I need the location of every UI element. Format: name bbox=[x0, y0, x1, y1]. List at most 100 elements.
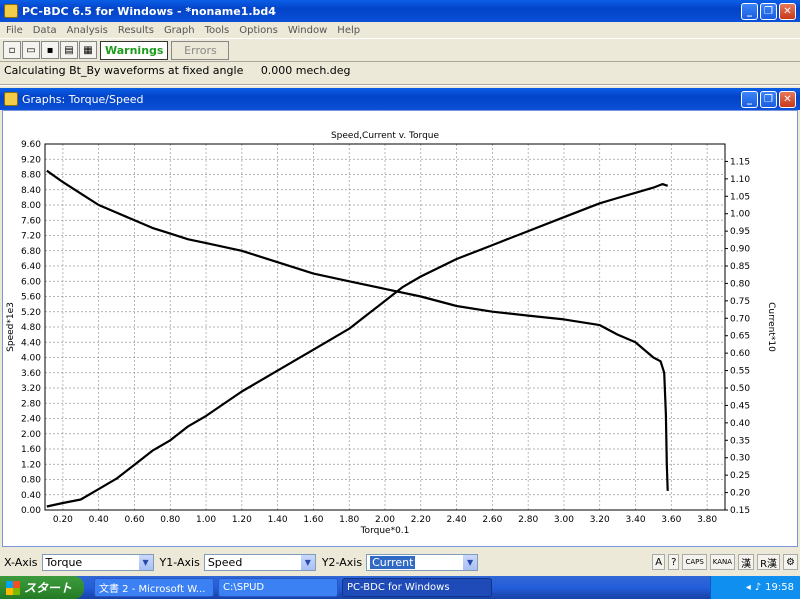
y2-tick-label: 0.30 bbox=[730, 454, 750, 464]
save-icon[interactable]: ▪ bbox=[41, 41, 59, 59]
document-icon[interactable]: ▦ bbox=[79, 41, 97, 59]
taskbar-item-word[interactable]: 文書 2 - Microsoft W... bbox=[94, 578, 214, 597]
warnings-button[interactable]: Warnings bbox=[100, 40, 169, 60]
minimize-button[interactable]: _ bbox=[741, 3, 758, 20]
taskbar-item-pcbdc[interactable]: PC-BDC for Windows bbox=[342, 578, 492, 597]
menu-window[interactable]: Window bbox=[288, 25, 327, 36]
x-tick-label: 1.00 bbox=[196, 515, 216, 525]
chevron-down-icon[interactable]: ▼ bbox=[300, 554, 315, 570]
app-titlebar: PC-BDC 6.5 for Windows - *noname1.bd4 _ … bbox=[0, 0, 800, 22]
x-tick-label: 1.80 bbox=[339, 515, 359, 525]
windows-logo-icon bbox=[6, 580, 20, 595]
start-button[interactable]: スタート bbox=[0, 576, 84, 599]
graph-minimize-button[interactable]: _ bbox=[741, 91, 758, 108]
y-tick-label: 0.80 bbox=[21, 476, 41, 486]
y2-tick-label: 0.60 bbox=[730, 349, 750, 359]
toolbar: ▫ ▭ ▪ ▤ ▦ Warnings Errors bbox=[0, 38, 800, 62]
x-tick-label: 3.00 bbox=[554, 515, 574, 525]
x-axis-select[interactable]: Torque ▼ bbox=[41, 553, 154, 571]
y2-tick-label: 0.50 bbox=[730, 384, 750, 394]
x-axis-select-value: Torque bbox=[45, 555, 83, 569]
menu-bar: File Data Analysis Results Graph Tools O… bbox=[0, 22, 800, 38]
y2-axis-select-value: Current bbox=[370, 555, 416, 569]
y-tick-label: 9.60 bbox=[21, 140, 41, 150]
open-folder-icon[interactable]: ▭ bbox=[22, 41, 40, 59]
graph-close-button[interactable]: ✕ bbox=[779, 91, 796, 108]
chevron-down-icon[interactable]: ▼ bbox=[138, 554, 153, 570]
maximize-button[interactable]: ❐ bbox=[760, 3, 777, 20]
errors-button[interactable]: Errors bbox=[171, 40, 230, 60]
settings-icon[interactable]: ⚙ bbox=[783, 554, 798, 570]
x-tick-label: 0.40 bbox=[89, 515, 109, 525]
close-button[interactable]: ✕ bbox=[779, 3, 796, 20]
y2-tick-label: 0.15 bbox=[730, 506, 750, 516]
y-tick-label: 5.20 bbox=[21, 308, 41, 318]
menu-help[interactable]: Help bbox=[337, 25, 360, 36]
volume-icon[interactable]: ♪ bbox=[755, 582, 761, 593]
taskbar-item-spud[interactable]: C:\SPUD bbox=[218, 578, 338, 597]
ime-kanji-button[interactable]: 漢 bbox=[738, 554, 755, 570]
x-tick-label: 3.80 bbox=[697, 515, 717, 525]
x-axis-label: Torque*0.1 bbox=[360, 526, 410, 536]
chart-title: Speed,Current v. Torque bbox=[331, 131, 440, 141]
new-file-icon[interactable]: ▫ bbox=[3, 41, 21, 59]
y-tick-label: 3.20 bbox=[21, 384, 41, 394]
y-tick-label: 8.80 bbox=[21, 171, 41, 181]
menu-results[interactable]: Results bbox=[118, 25, 154, 36]
y2-tick-label: 0.70 bbox=[730, 314, 750, 324]
start-label: スタート bbox=[24, 581, 73, 595]
y2-tick-label: 1.10 bbox=[730, 175, 750, 185]
y-tick-label: 4.80 bbox=[21, 323, 41, 333]
y2-tick-label: 0.90 bbox=[730, 245, 750, 255]
print-icon[interactable]: ▤ bbox=[60, 41, 78, 59]
help-icon[interactable]: ? bbox=[668, 554, 680, 570]
y-tick-label: 1.60 bbox=[21, 445, 41, 455]
y2-axis-label: Current*10 bbox=[766, 302, 776, 352]
x-tick-label: 0.20 bbox=[53, 515, 73, 525]
y2-tick-label: 0.45 bbox=[730, 401, 750, 411]
y1-axis-select[interactable]: Speed ▼ bbox=[203, 553, 316, 571]
y-tick-label: 3.60 bbox=[21, 369, 41, 379]
app-title: PC-BDC 6.5 for Windows - *noname1.bd4 bbox=[22, 4, 276, 18]
ime-language-bar: A ? CAPS KANA 漢 R漢 ⚙ bbox=[652, 553, 798, 571]
ime-input-mode-icon[interactable]: A bbox=[652, 554, 666, 570]
menu-analysis[interactable]: Analysis bbox=[67, 25, 108, 36]
ime-mode-button[interactable]: R漢 bbox=[757, 554, 781, 570]
menu-tools[interactable]: Tools bbox=[205, 25, 230, 36]
x-tick-label: 1.40 bbox=[268, 515, 288, 525]
menu-options[interactable]: Options bbox=[239, 25, 278, 36]
y-tick-label: 7.20 bbox=[21, 232, 41, 242]
y2-tick-label: 0.55 bbox=[730, 367, 750, 377]
taskbar: スタート 文書 2 - Microsoft W... C:\SPUD PC-BD… bbox=[0, 576, 800, 599]
y-tick-label: 7.60 bbox=[21, 216, 41, 226]
y2-axis-selector-label: Y2-Axis bbox=[321, 555, 363, 569]
app-icon bbox=[4, 4, 18, 18]
y-tick-label: 0.00 bbox=[21, 506, 41, 516]
x-tick-label: 2.80 bbox=[518, 515, 538, 525]
y-tick-label: 9.20 bbox=[21, 155, 41, 165]
x-tick-label: 2.20 bbox=[411, 515, 431, 525]
menu-file[interactable]: File bbox=[6, 25, 23, 36]
current-series-line bbox=[46, 183, 669, 508]
network-icon[interactable]: ◂ bbox=[746, 582, 751, 593]
y-tick-label: 1.20 bbox=[21, 460, 41, 470]
y2-axis-select[interactable]: Current ▼ bbox=[366, 553, 479, 571]
y2-tick-label: 0.25 bbox=[730, 471, 750, 481]
y-tick-label: 2.40 bbox=[21, 415, 41, 425]
y2-tick-label: 0.80 bbox=[730, 279, 750, 289]
graph-maximize-button[interactable]: ❐ bbox=[760, 91, 777, 108]
menu-data[interactable]: Data bbox=[33, 25, 57, 36]
y-tick-label: 4.40 bbox=[21, 338, 41, 348]
y2-tick-label: 0.40 bbox=[730, 419, 750, 429]
speed-series-line bbox=[46, 169, 669, 491]
menu-graph[interactable]: Graph bbox=[164, 25, 195, 36]
caps-indicator: CAPS bbox=[682, 554, 707, 570]
y2-tick-label: 1.05 bbox=[730, 192, 750, 202]
chevron-down-icon[interactable]: ▼ bbox=[463, 554, 478, 570]
status-text: Calculating Bt_By waveforms at fixed ang… bbox=[4, 64, 351, 77]
x-tick-label: 3.40 bbox=[626, 515, 646, 525]
graph-window-title: Graphs: Torque/Speed bbox=[22, 92, 144, 106]
x-tick-label: 2.00 bbox=[375, 515, 395, 525]
chart-area: 0.20 0.40 0.60 0.80 1.00 1.20 1.40 1.60 1.80 2.00… bbox=[2, 110, 798, 547]
x-tick-label: 1.20 bbox=[232, 515, 252, 525]
